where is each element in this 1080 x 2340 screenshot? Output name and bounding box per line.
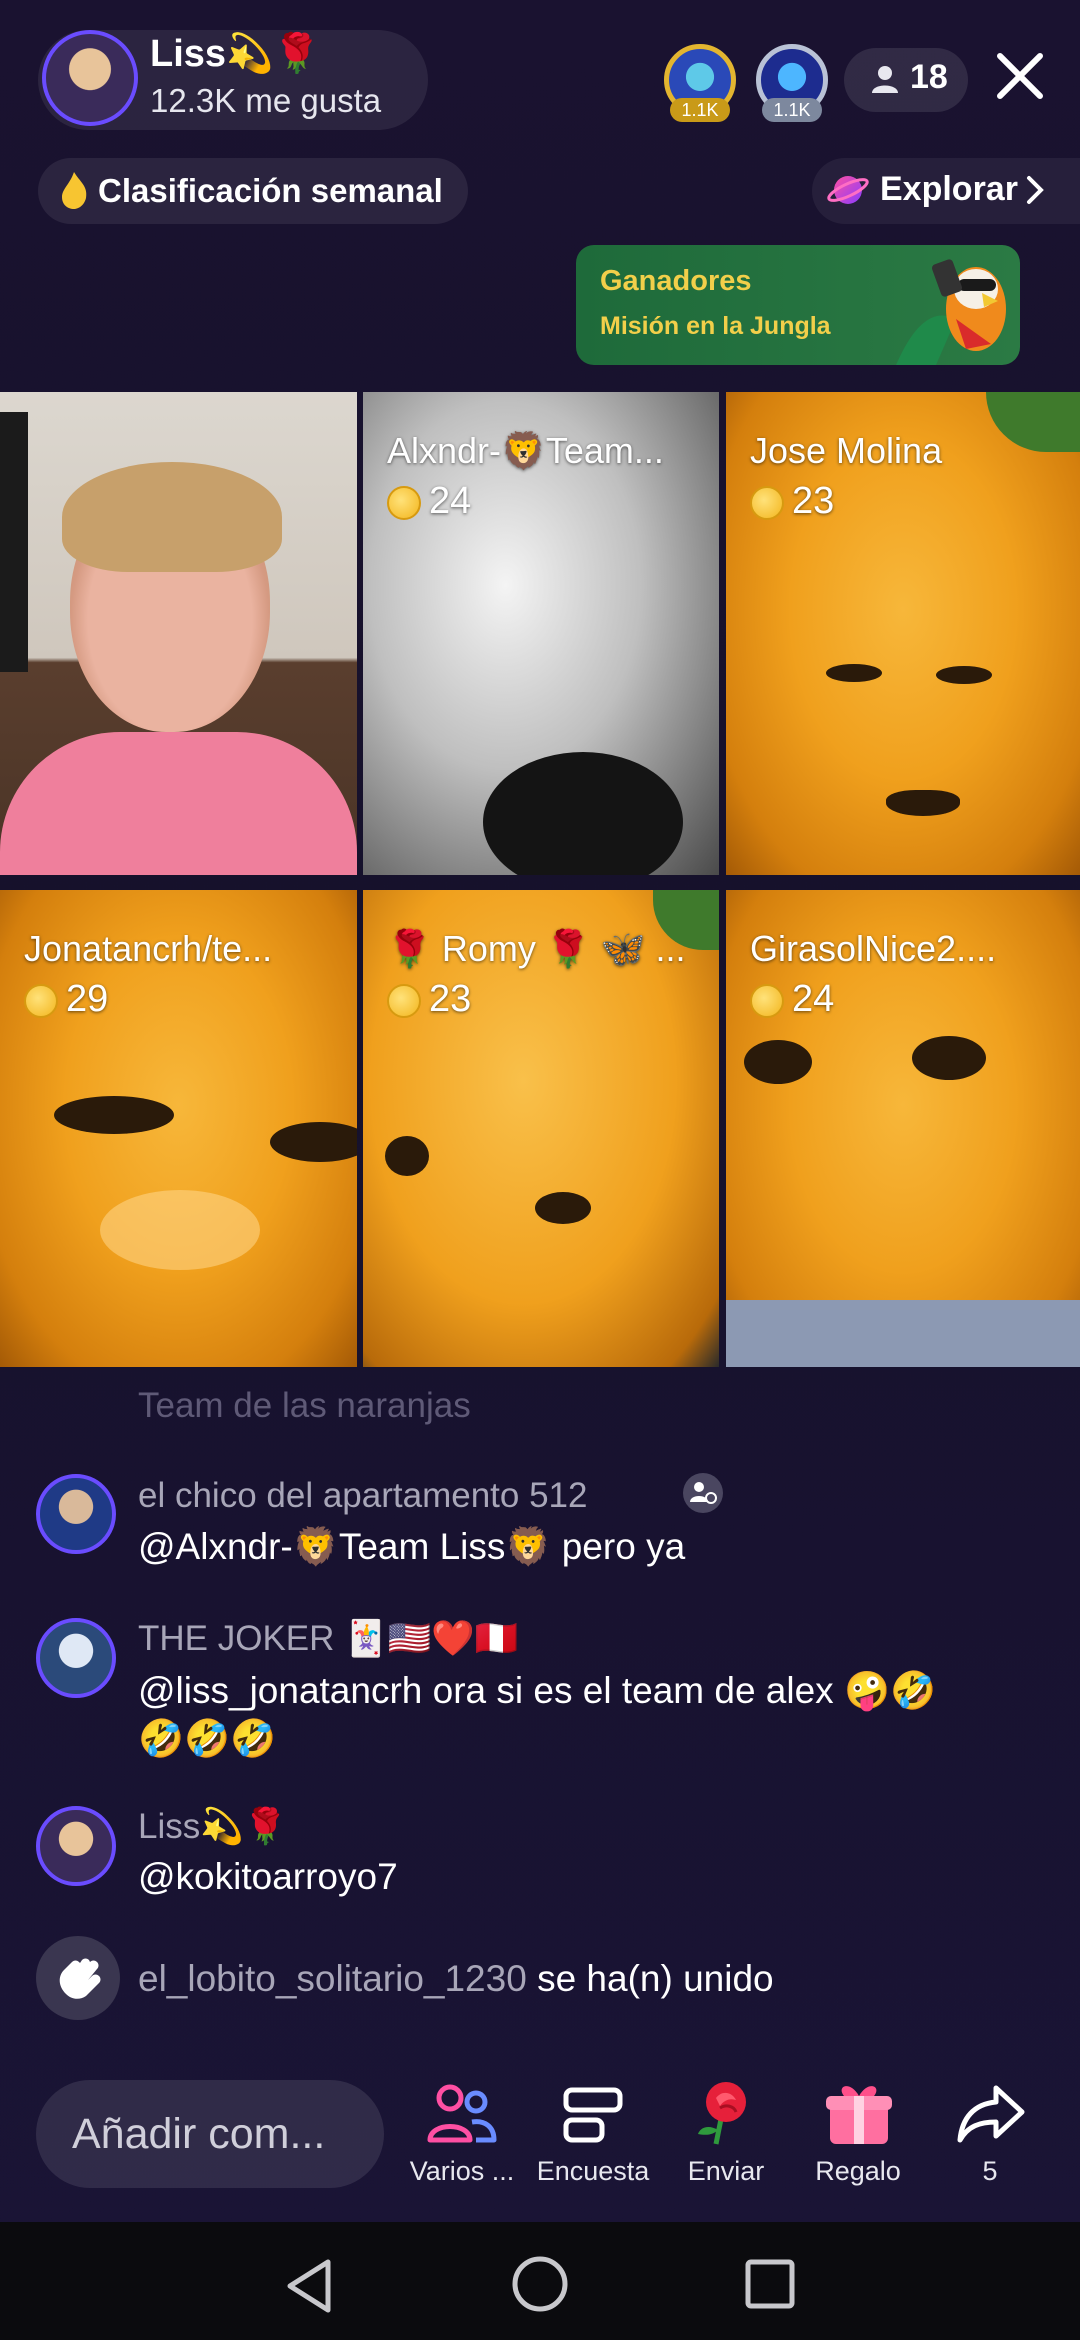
join-notice: el_lobito_solitario_1230 se ha(n) unido <box>138 1958 774 2000</box>
comment-avatar[interactable] <box>36 1806 116 1886</box>
poll-icon[interactable] <box>562 2086 624 2144</box>
guest-score: 23 <box>792 480 835 522</box>
share-icon[interactable] <box>956 2082 1026 2144</box>
guest-tile-4[interactable]: Jonatancrh/te... 29 <box>0 890 357 1367</box>
guest-tile-5[interactable]: 🌹 Romy 🌹 🦋 ... 23 <box>363 890 719 1367</box>
banner-title: Ganadores <box>600 265 752 297</box>
recents-icon[interactable] <box>744 2258 796 2310</box>
banner-subtitle: Misión en la Jungla <box>600 312 831 340</box>
comment-text-continuation: 🤣🤣🤣 <box>138 1718 277 1759</box>
join-action: se ha(n) unido <box>537 1958 774 1999</box>
top-viewer-badge-1: 1.1K <box>670 98 730 122</box>
guest-name: 🌹 Romy 🌹 🦋 ... <box>387 928 686 969</box>
guest-tile-6[interactable]: GirasolNice2.... 24 <box>726 890 1080 1367</box>
guest-name: GirasolNice2.... <box>750 928 997 969</box>
comment-username[interactable]: Liss💫🌹 <box>138 1806 287 1847</box>
multi-guest-badge-icon <box>683 1473 723 1513</box>
comment-input-placeholder: Añadir com... <box>72 2110 326 2158</box>
guest-score: 29 <box>66 978 109 1020</box>
multi-guest-label[interactable]: Varios ... <box>392 2156 532 2187</box>
home-icon[interactable] <box>510 2254 570 2314</box>
faded-comment: Team de las naranjas <box>138 1386 471 1425</box>
comment-username[interactable]: el chico del apartamento 512 <box>138 1476 587 1516</box>
guest-name: Jose Molina <box>750 430 943 471</box>
comment-text: @kokitoarroyo7 <box>138 1856 398 1897</box>
coin-icon <box>387 984 421 1018</box>
send-rose-label[interactable]: Enviar <box>656 2156 796 2187</box>
join-username[interactable]: el_lobito_solitario_1230 <box>138 1958 527 1999</box>
multi-guest-icon[interactable] <box>426 2082 498 2146</box>
guest-score: 23 <box>429 978 472 1020</box>
jungle-mission-banner[interactable] <box>576 245 1020 365</box>
viewer-count-pill[interactable] <box>844 48 968 112</box>
gift-label[interactable]: Regalo <box>788 2156 928 2187</box>
close-icon[interactable] <box>990 46 1050 106</box>
guest-score: 24 <box>792 978 835 1020</box>
comment-username[interactable]: THE JOKER 🃏🇺🇸❤️🇵🇪 <box>138 1618 518 1659</box>
parrot-icon <box>896 259 1006 365</box>
explore-label: Explorar <box>880 170 1018 208</box>
coin-icon <box>387 486 421 520</box>
guest-name: Jonatancrh/te... <box>24 928 273 969</box>
back-icon[interactable] <box>282 2256 338 2316</box>
person-icon <box>872 66 898 93</box>
comment-text: @Alxndr-🦁Team Liss🦁 pero ya <box>138 1526 686 1567</box>
chevron-right-icon <box>1027 176 1044 204</box>
host-avatar[interactable] <box>42 30 138 126</box>
guest-tile-host[interactable] <box>0 392 357 875</box>
host-name: Liss💫🌹 <box>150 33 321 75</box>
guest-name: Alxndr-🦁Team... <box>387 430 664 471</box>
wave-hand-icon <box>36 1936 120 2020</box>
comment-avatar[interactable] <box>36 1474 116 1554</box>
guest-score: 24 <box>429 480 472 522</box>
share-count[interactable]: 5 <box>920 2156 1060 2187</box>
weekly-ranking-label: Clasificación semanal <box>98 172 443 209</box>
viewer-count: 18 <box>910 58 948 96</box>
planet-icon <box>827 176 869 204</box>
comment-text: @liss_jonatancrh ora si es el team de al… <box>138 1670 937 1711</box>
rose-icon[interactable] <box>690 2078 760 2148</box>
host-likes: 12.3K me gusta <box>150 82 382 119</box>
guest-tile-2[interactable]: Alxndr-🦁Team... 24 <box>363 392 719 875</box>
gift-icon[interactable] <box>824 2078 894 2148</box>
coin-icon <box>750 984 784 1018</box>
coin-icon <box>24 984 58 1018</box>
flame-icon <box>62 172 87 209</box>
coin-icon <box>750 486 784 520</box>
comment-avatar[interactable] <box>36 1618 116 1698</box>
poll-label[interactable]: Encuesta <box>523 2156 663 2187</box>
guest-tile-3[interactable]: Jose Molina 23 <box>726 392 1080 875</box>
top-viewer-badge-2: 1.1K <box>762 98 822 122</box>
